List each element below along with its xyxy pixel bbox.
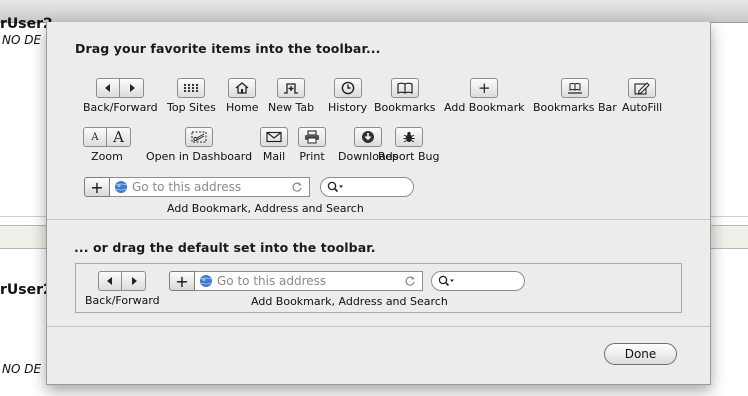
history-clock-icon [333,78,362,98]
address-field[interactable]: Go to this address [110,177,310,197]
address-search-group[interactable]: + Go to this address [84,177,414,197]
bookmarks-book-icon [390,78,419,98]
default-group-label: Add Bookmark, Address and Search [251,295,448,308]
home-item[interactable]: Home [226,78,258,114]
print-label: Print [299,150,325,163]
background-status: NO DE [2,362,42,376]
zoom-in-icon: A [107,127,131,147]
new-tab-item[interactable]: New Tab [268,78,314,114]
bug-icon [394,127,423,147]
address-group-label: Add Bookmark, Address and Search [167,202,364,215]
autofill-label: AutoFill [622,101,663,114]
new-tab-label: New Tab [268,101,315,114]
address-placeholder: Go to this address [132,180,242,194]
mail-item[interactable]: Mail [260,127,288,163]
bookmarks-bar-icon [560,78,589,98]
back-arrow-icon [98,271,123,291]
zoom-label: Zoom [91,150,123,163]
open-in-dashboard-item[interactable]: Open in Dashboard [146,127,252,163]
globe-icon [200,275,212,287]
window-toolbar-background [0,0,748,23]
favorites-heading: Drag your favorite items into the toolba… [75,41,381,56]
bookmarks-label: Bookmarks [374,101,436,114]
search-field[interactable] [320,177,414,197]
default-address-placeholder: Go to this address [217,274,327,288]
search-magnifier-icon [327,181,343,193]
add-bookmark-plus-icon: + [470,78,499,98]
back-forward-label: Back/Forward [83,101,158,114]
dashboard-scissors-icon [185,127,214,147]
add-bookmark-plus-icon: + [169,271,195,291]
home-label: Home [226,101,259,114]
top-sites-label: Top Sites [167,101,216,114]
forward-arrow-icon [122,271,147,291]
default-back-forward-item: Back/Forward [85,271,160,307]
home-icon [228,78,257,98]
back-forward-item[interactable]: Back/Forward [83,78,158,114]
forward-arrow-icon [120,78,145,98]
globe-icon [115,181,127,193]
done-button[interactable]: Done [604,343,677,365]
autofill-pencil-icon [628,78,657,98]
default-set-heading: ... or drag the default set into the too… [74,240,376,255]
customize-toolbar-sheet: Drag your favorite items into the toolba… [46,22,711,385]
search-magnifier-icon [438,275,454,287]
footer-divider [47,326,710,327]
history-item[interactable]: History [328,78,367,114]
background-username: rUser2 [0,16,53,32]
autofill-item[interactable]: AutoFill [622,78,662,114]
background-username: rUser2 [0,282,53,298]
default-address-field: Go to this address [195,271,423,291]
bookmarks-bar-item[interactable]: Bookmarks Bar [533,78,617,114]
back-arrow-icon [96,78,121,98]
background-status: NO DE [2,33,42,47]
report-bug-label: Report Bug [378,150,440,163]
reload-icon [292,182,302,192]
add-bookmark-label: Add Bookmark [444,101,525,114]
open-in-dashboard-label: Open in Dashboard [146,150,253,163]
section-divider [47,219,710,220]
default-address-search-group: + Go to this address [169,271,525,291]
default-back-forward-label: Back/Forward [85,294,160,307]
add-bookmark-plus-icon: + [84,177,110,197]
zoom-out-icon: A [83,127,107,147]
top-sites-item[interactable]: Top Sites [167,78,216,114]
zoom-item[interactable]: A A Zoom [83,127,131,163]
top-sites-icon [177,78,206,98]
print-item[interactable]: Print [298,127,326,163]
bookmarks-bar-label: Bookmarks Bar [533,101,617,114]
history-label: History [328,101,368,114]
add-bookmark-item[interactable]: + Add Bookmark [444,78,525,114]
printer-icon [298,127,326,147]
bookmarks-item[interactable]: Bookmarks [374,78,435,114]
default-search-field [431,271,525,291]
new-tab-icon [277,78,306,98]
reload-icon [405,276,415,286]
default-toolbar-set[interactable]: Back/Forward + Go to this address Add Bo… [75,263,682,313]
mail-envelope-icon [260,127,288,147]
mail-label: Mail [262,150,286,163]
report-bug-item[interactable]: Report Bug [378,127,439,163]
